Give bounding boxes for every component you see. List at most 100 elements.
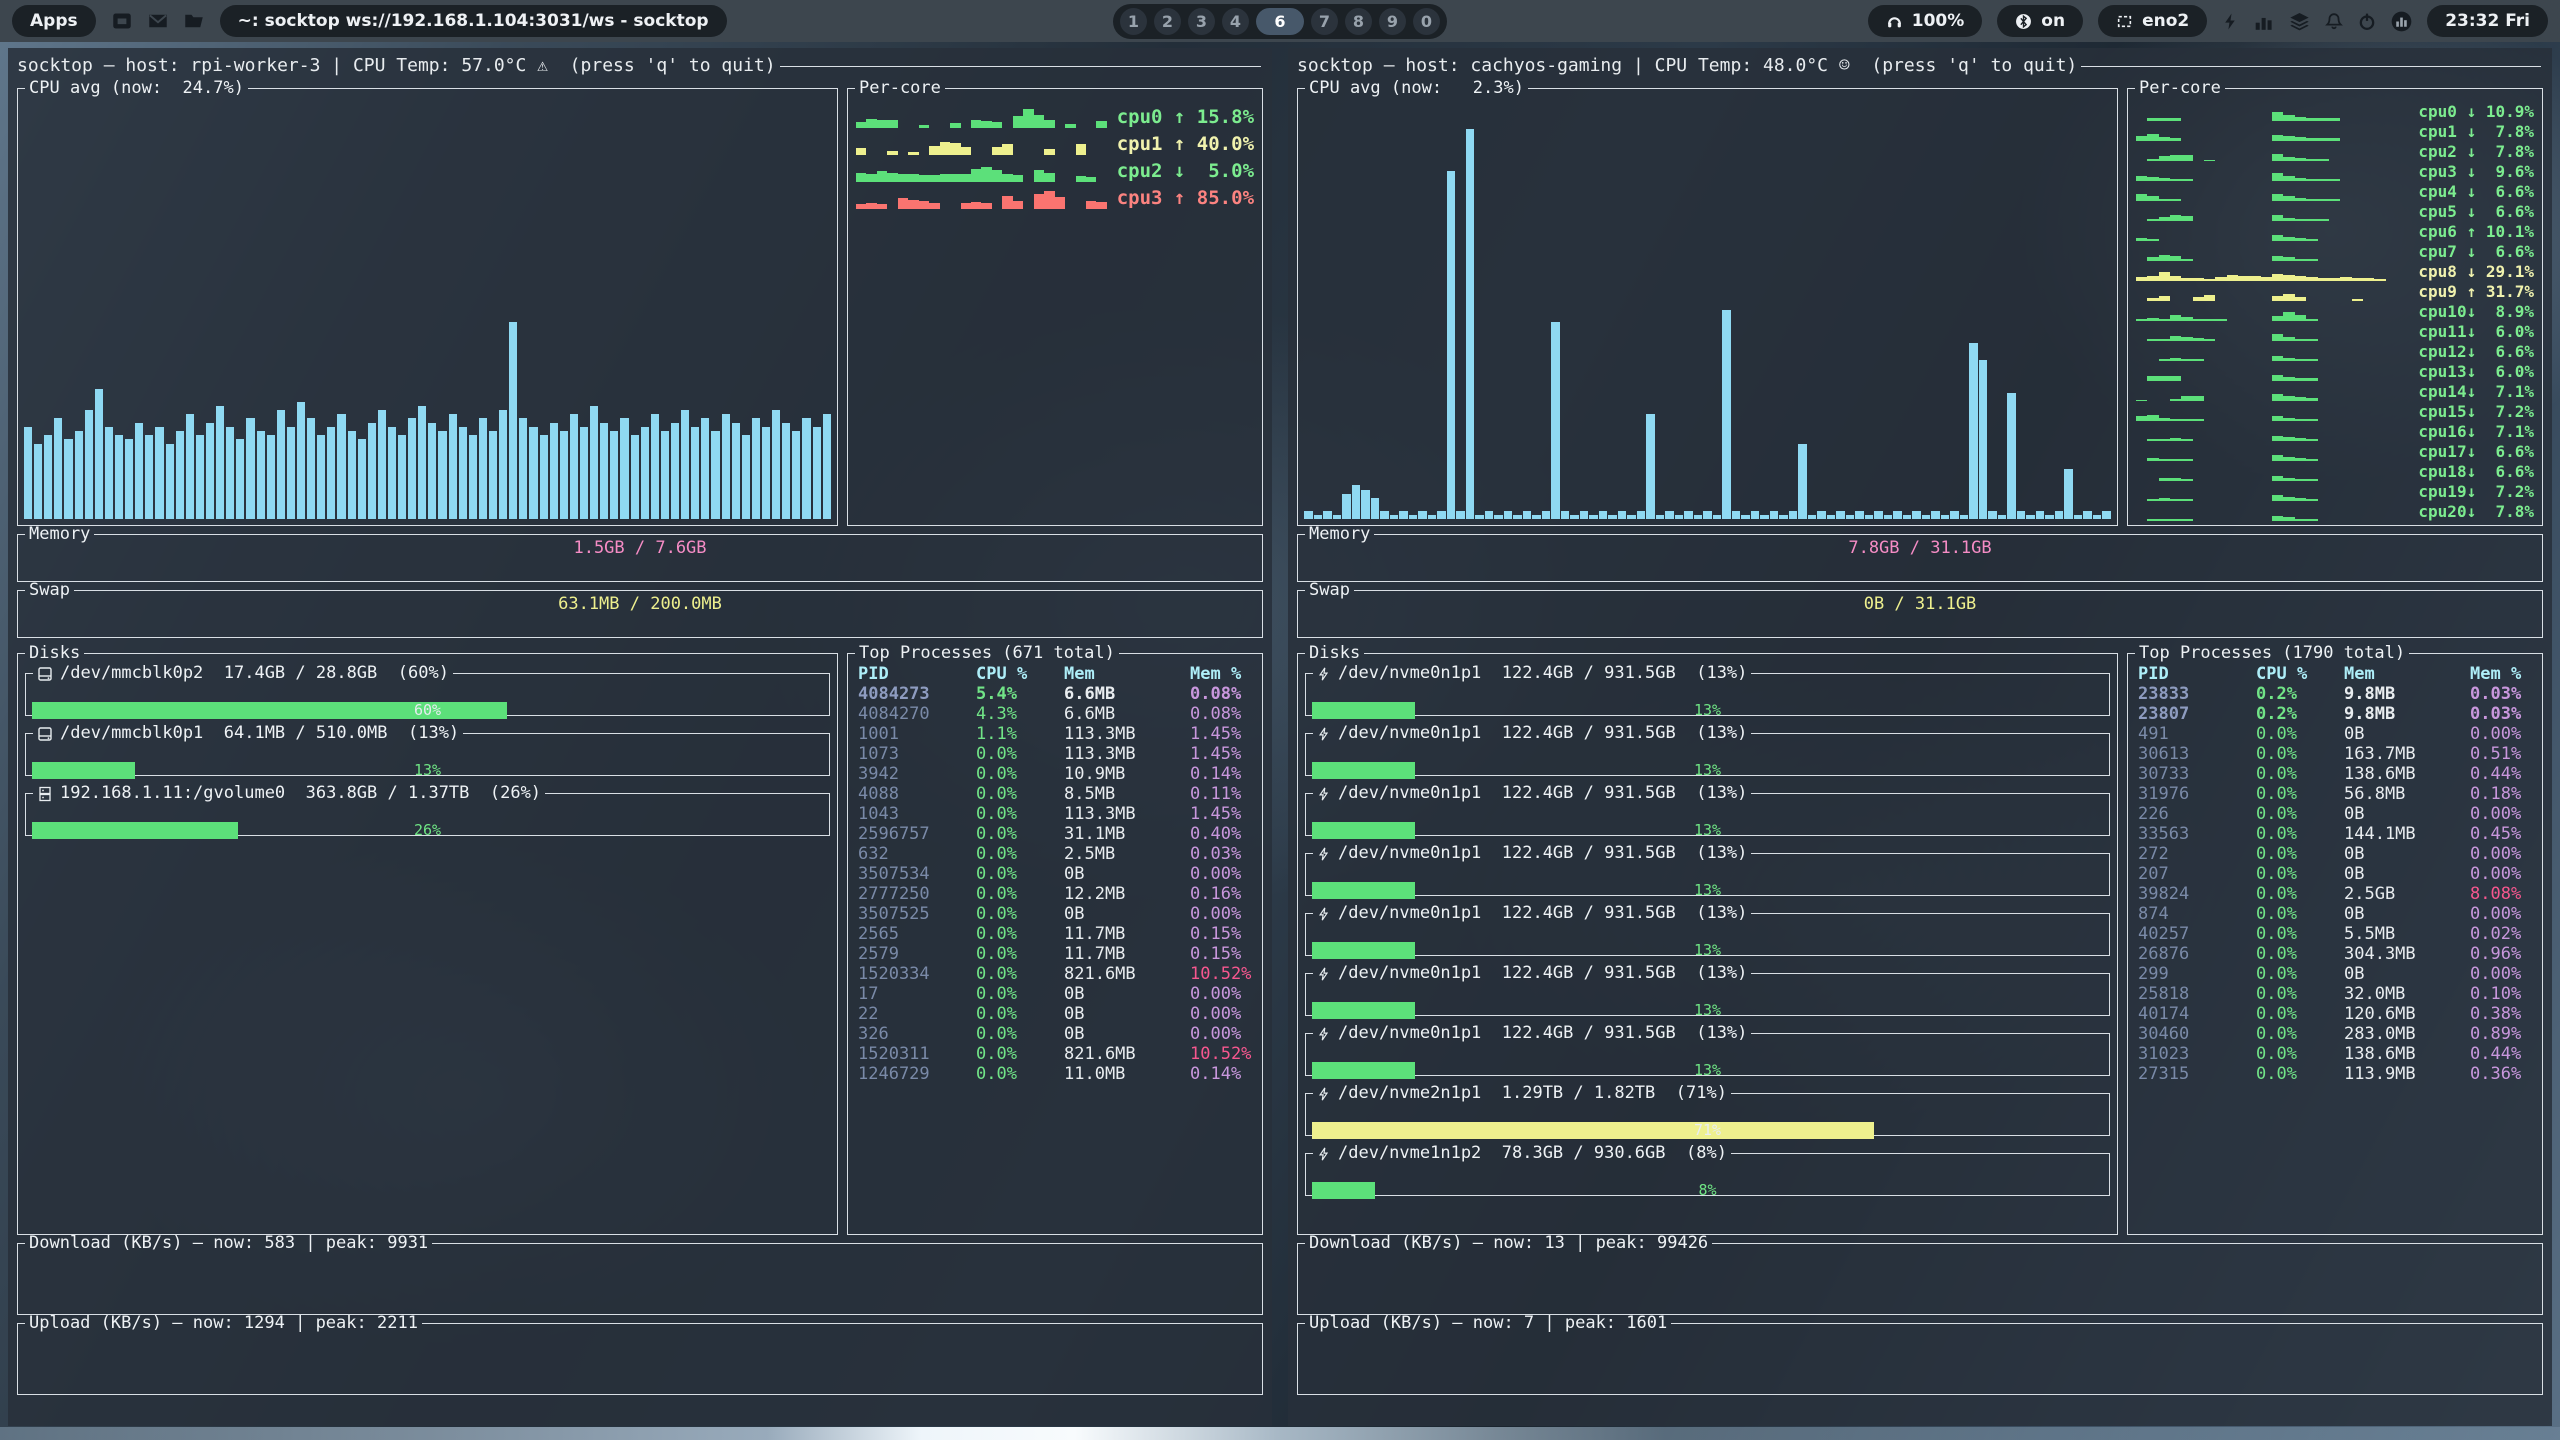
- core-sparkline: [2136, 485, 2408, 501]
- process-cell: 0.96%: [2470, 944, 2536, 964]
- chart-bar: [196, 435, 204, 519]
- per-core-title: Per-core: [855, 80, 945, 97]
- spark-bar: [2136, 416, 2147, 421]
- signal-bars-icon[interactable]: [2254, 12, 2274, 31]
- process-cell: 8.08%: [2470, 884, 2536, 904]
- spark-bar: [2272, 154, 2283, 161]
- disks-panel: Disks /dev/nvme0n1p1 122.4GB / 931.5GB (…: [1297, 645, 2118, 1235]
- power-icon[interactable]: [2358, 12, 2376, 31]
- volume-value: 100%: [1912, 11, 1965, 31]
- spark-bar: [2306, 459, 2317, 461]
- terminal-window-cachyos-gaming[interactable]: socktop — host: cachyos-gaming | CPU Tem…: [1288, 48, 2552, 1426]
- workspace-button-4[interactable]: 4: [1222, 8, 1249, 35]
- chart-bar: [610, 431, 618, 519]
- workspace-button-0[interactable]: 0: [1413, 8, 1440, 35]
- nvme-bolt-icon: [1317, 966, 1331, 982]
- disk-usage-bar: 8%: [1312, 1182, 2103, 1199]
- spark-bar: [2295, 137, 2306, 141]
- chart-bar: [267, 435, 275, 519]
- clock-pill[interactable]: 23:32 Fri: [2427, 5, 2548, 37]
- spark-bar: [1086, 177, 1096, 182]
- apps-button[interactable]: Apps: [12, 5, 96, 37]
- chart-bar: [1428, 515, 1437, 519]
- spark-bar: [950, 123, 960, 128]
- spark-bar: [2272, 334, 2283, 341]
- chart-bar: [216, 406, 224, 519]
- workspace-button-2[interactable]: 2: [1154, 8, 1181, 35]
- process-cell: 0.45%: [2470, 824, 2536, 844]
- spark-bar: [2329, 138, 2340, 141]
- core-label: cpu3 ↑ 85.0%: [1117, 189, 1254, 209]
- workspace-button-9[interactable]: 9: [1379, 8, 1406, 35]
- spark-bar: [2329, 179, 2340, 181]
- core-row-cpu15: cpu15↓ 7.2%: [2136, 401, 2534, 421]
- mail-icon[interactable]: [148, 11, 168, 31]
- layers-icon[interactable]: [2289, 11, 2310, 32]
- chart-bar: [1713, 515, 1722, 519]
- chart-bar: [1665, 511, 1674, 519]
- process-row: 27772500.0%12.2MB0.16%: [858, 884, 1256, 904]
- process-cell: 11.0MB: [1064, 1064, 1190, 1084]
- spark-bar: [919, 175, 929, 182]
- disk-entry: /dev/nvme1n1p2 78.3GB / 930.6GB (8%)8%: [1305, 1145, 2110, 1196]
- core-label: cpu8 ↓ 29.1%: [2418, 264, 2534, 281]
- power-profile-icon[interactable]: [2222, 12, 2239, 31]
- window-title-pill[interactable]: ~: socktop ws://192.168.1.104:3031/ws - …: [220, 5, 727, 37]
- spark-bar: [856, 173, 866, 182]
- monitor-badge-icon[interactable]: [2391, 11, 2412, 32]
- spark-bar: [2159, 498, 2170, 501]
- bluetooth-icon: [2015, 13, 2032, 30]
- chart-bar: [1542, 511, 1551, 519]
- workspace-button-6[interactable]: 6: [1256, 8, 1304, 35]
- spark-bar: [2295, 458, 2306, 461]
- spark-bar: [2193, 278, 2204, 281]
- core-label: cpu13↓ 6.0%: [2418, 364, 2534, 381]
- spark-bar: [2295, 259, 2306, 261]
- spark-bar: [2181, 216, 2192, 221]
- spark-bar: [2272, 495, 2283, 501]
- nvme-bolt-icon: [1317, 726, 1331, 742]
- process-cell: 0.2%: [2256, 684, 2344, 704]
- spark-bar: [1002, 196, 1012, 209]
- spark-bar: [1013, 175, 1023, 182]
- spark-bar: [2283, 312, 2294, 321]
- workspace-button-1[interactable]: 1: [1120, 8, 1147, 35]
- chart-bar: [155, 427, 163, 519]
- spark-bar: [2318, 179, 2329, 181]
- core-row-cpu13: cpu13↓ 6.0%: [2136, 361, 2534, 381]
- terminal-window-rpi-worker-3[interactable]: socktop — host: rpi-worker-3 | CPU Temp:…: [8, 48, 1272, 1426]
- folder-icon[interactable]: [184, 11, 204, 31]
- process-cell: 0.0%: [2256, 844, 2344, 864]
- spark-bar: [929, 203, 939, 209]
- process-cell: 1520311: [858, 1044, 976, 1064]
- workspace-button-3[interactable]: 3: [1188, 8, 1215, 35]
- spark-bar: [2352, 299, 2363, 301]
- chart-bar: [792, 431, 800, 519]
- workspace-button-8[interactable]: 8: [1345, 8, 1372, 35]
- process-cell: 0B: [2344, 904, 2470, 924]
- disk-entry-text: /dev/nvme0n1p1 122.4GB / 931.5GB (13%): [1338, 905, 1747, 922]
- bell-icon[interactable]: [2325, 12, 2343, 31]
- workspace-button-7[interactable]: 7: [1311, 8, 1338, 35]
- chart-bar: [408, 418, 416, 519]
- spark-bar: [2318, 118, 2329, 121]
- disk-usage-percent: 60%: [32, 702, 823, 719]
- bluetooth-pill[interactable]: on: [1997, 5, 2083, 37]
- system-tray: 100% on eno2: [1868, 5, 2548, 37]
- network-name: eno2: [2142, 11, 2189, 31]
- process-cell: 4088: [858, 784, 976, 804]
- spark-bar: [908, 200, 918, 209]
- volume-pill[interactable]: 100%: [1868, 5, 1983, 37]
- window-icon[interactable]: [112, 11, 132, 31]
- chart-bar: [277, 410, 285, 519]
- chart-bar: [2017, 511, 2026, 519]
- process-cell: 9.8MB: [2344, 684, 2470, 704]
- chart-bar: [1808, 515, 1817, 519]
- spark-bar: [2283, 115, 2294, 121]
- disk-list: /dev/nvme0n1p1 122.4GB / 931.5GB (13%)13…: [1303, 664, 2112, 1205]
- core-row-cpu17: cpu17↓ 6.6%: [2136, 441, 2534, 461]
- spark-bar: [2136, 319, 2147, 321]
- network-pill[interactable]: eno2: [2098, 5, 2207, 37]
- core-label: cpu19↓ 7.2%: [2418, 484, 2534, 501]
- chart-bar: [1722, 310, 1731, 520]
